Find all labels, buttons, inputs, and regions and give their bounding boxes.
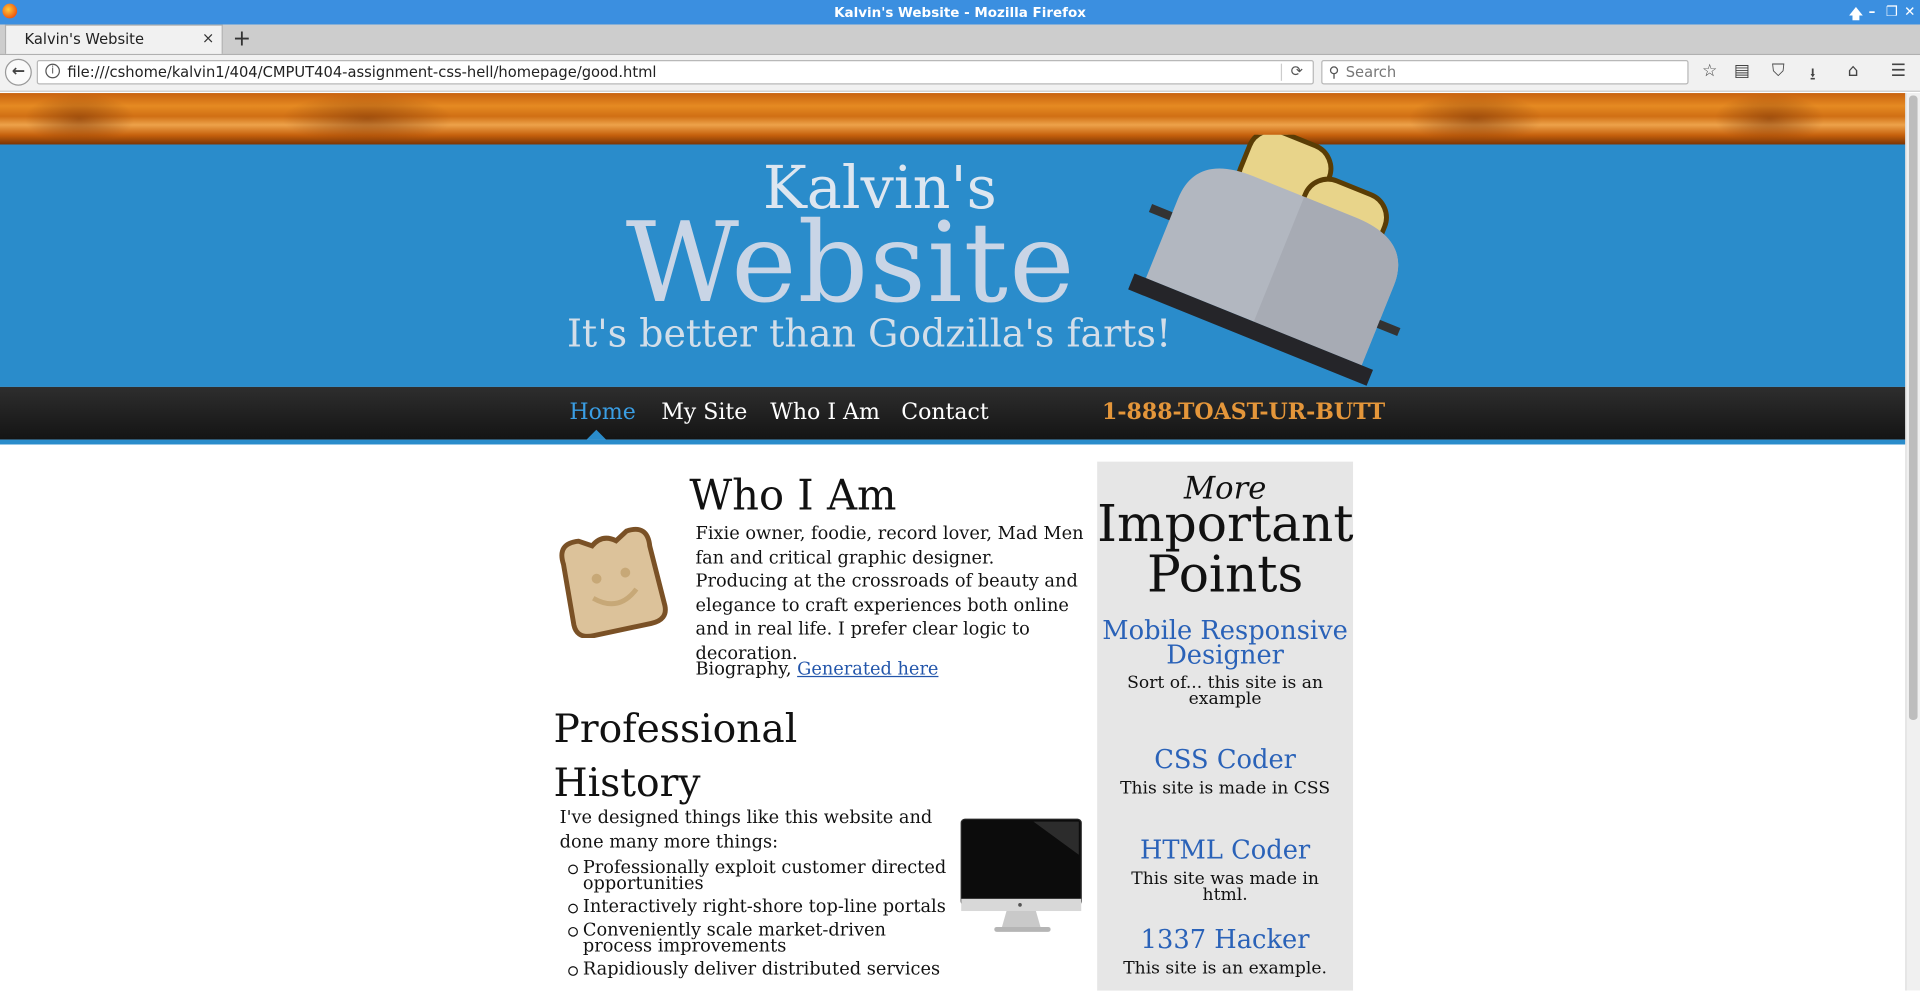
wood-grain-decoration <box>1714 93 1825 145</box>
navigation-toolbar: ← i file:///cshome/kalvin1/404/CMPUT404-… <box>0 55 1920 92</box>
download-icon[interactable]: ⭳ <box>1810 61 1816 90</box>
menu-item-my-site[interactable]: My Site <box>661 399 747 425</box>
sidebar-heading: Important Points <box>1097 494 1354 604</box>
page-scrollbar[interactable] <box>1905 93 1920 991</box>
search-placeholder[interactable]: Search <box>1346 64 1396 81</box>
site-info-icon[interactable]: i <box>45 63 61 79</box>
phone-number: 1-888-TOAST-UR-BUTT <box>1102 399 1386 425</box>
point-title: HTML Coder <box>1139 835 1311 865</box>
window-title-bar: Kalvin's Website - Mozilla Firefox 🡅 – ❐… <box>0 0 1920 27</box>
professional-list: Professionally exploit customer directed… <box>568 859 950 986</box>
bookmark-star-icon[interactable]: ☆ <box>1702 61 1717 81</box>
point-description: This site was made in html. <box>1131 869 1319 905</box>
tab-close-icon[interactable]: × <box>202 29 214 46</box>
generated-here-link[interactable]: Generated here <box>797 660 938 680</box>
tab-kalvins-website[interactable]: Kalvin's Website × <box>4 24 223 54</box>
point-title: Mobile Responsive Designer <box>1102 615 1348 670</box>
menu-item-contact[interactable]: Contact <box>901 399 989 425</box>
point-title: 1337 Hacker <box>1140 924 1310 954</box>
wood-grain-decoration <box>1408 93 1543 145</box>
professional-history-heading: Professional History <box>553 705 798 806</box>
window-raise-icon[interactable]: 🡅 <box>1849 4 1863 27</box>
point-title: CSS Coder <box>1154 744 1296 774</box>
list-item: Conveniently scale market-driven process… <box>568 922 950 955</box>
window-minimize-button[interactable]: – <box>1869 4 1876 20</box>
toast-smiley-image <box>559 526 668 638</box>
hero-tagline: It's better than Godzilla's farts! <box>566 312 1172 357</box>
search-icon: ⚲ <box>1328 63 1340 81</box>
main-menu: Home My Site Who I Am Contact 1-888-TOAS… <box>0 386 1906 440</box>
list-item: Professionally exploit customer directed… <box>568 859 950 893</box>
window-title: Kalvin's Website - Mozilla Firefox <box>834 4 1086 21</box>
toaster-icon <box>1128 134 1401 386</box>
monitor-image <box>960 818 1082 932</box>
hero-title-line2: Website <box>625 199 1076 329</box>
hamburger-menu-icon[interactable]: ☰ <box>1891 61 1906 81</box>
professional-intro: I've designed things like this website a… <box>559 808 933 852</box>
pocket-icon[interactable]: ⛉ <box>1772 61 1785 81</box>
biography-line: Biography, Generated here <box>696 660 939 680</box>
hero-header: Kalvin's Website It's better than Godzil… <box>0 144 1906 387</box>
who-heading: Who I Am <box>689 471 897 521</box>
wood-grain-decoration <box>281 93 454 145</box>
library-icon[interactable]: ▤ <box>1734 61 1750 81</box>
search-box[interactable]: ⚲ Search <box>1321 60 1689 85</box>
back-button[interactable]: ← <box>4 58 32 86</box>
biography-label: Biography, <box>695 660 798 680</box>
new-tab-button[interactable]: + <box>233 26 251 52</box>
point-description: This site is made in CSS <box>1120 778 1331 799</box>
menu-item-home[interactable]: Home <box>569 399 635 425</box>
list-item: Interactively right-shore top-line porta… <box>568 898 950 916</box>
url-bar[interactable]: i file:///cshome/kalvin1/404/CMPUT404-as… <box>36 60 1314 85</box>
window-maximize-button[interactable]: ❐ <box>1886 4 1898 20</box>
wood-grain-decoration <box>24 93 135 145</box>
bio-paragraph: Fixie owner, foodie, record lover, Mad M… <box>695 524 1084 664</box>
active-menu-indicator <box>586 429 607 440</box>
window-close-button[interactable]: ✕ <box>1904 4 1915 20</box>
important-points-sidebar: More Important Points Mobile Responsive … <box>1097 461 1354 991</box>
url-text[interactable]: file:///cshome/kalvin1/404/CMPUT404-assi… <box>67 64 656 81</box>
tab-strip: Kalvin's Website × + <box>0 24 1920 56</box>
list-item: Rapidiously deliver distributed services <box>568 961 950 979</box>
menu-underline <box>0 439 1906 445</box>
tab-label: Kalvin's Website <box>24 30 144 48</box>
point-description: This site is an example. <box>1123 958 1327 979</box>
wood-banner <box>0 93 1906 145</box>
urlbar-divider <box>1280 63 1283 81</box>
point-description: Sort of... this site is an example <box>1127 673 1324 709</box>
scrollbar-thumb[interactable] <box>1908 95 1918 721</box>
home-icon[interactable]: ⌂ <box>1848 61 1859 81</box>
menu-item-who-i-am[interactable]: Who I Am <box>770 399 880 425</box>
reload-icon[interactable]: ⟳ <box>1291 62 1303 79</box>
